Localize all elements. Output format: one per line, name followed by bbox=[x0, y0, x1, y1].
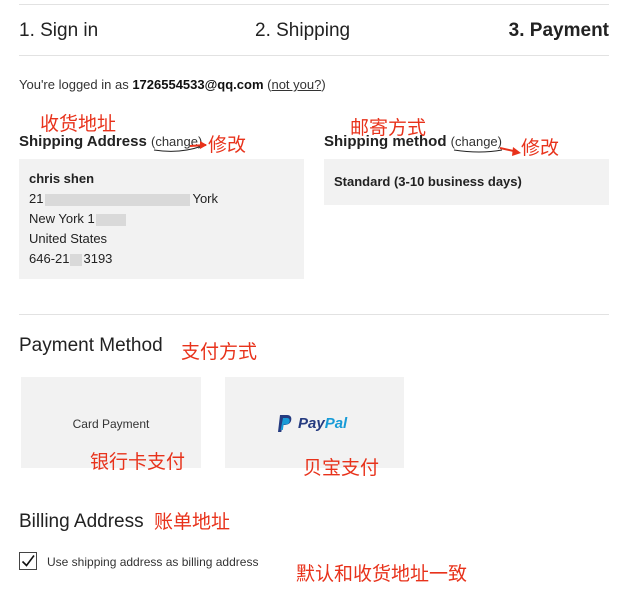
card-payment-annotation: 银行卡支付 bbox=[90, 451, 186, 473]
paypal-annotation: 贝宝支付 bbox=[303, 457, 380, 479]
billing-checkbox-label[interactable]: Use shipping address as billing address bbox=[47, 555, 258, 569]
address-line1: 21 York bbox=[29, 189, 299, 209]
address-phone: 646-21 3193 bbox=[29, 249, 112, 269]
section-divider bbox=[19, 314, 609, 315]
shipping-method-title: Shipping method bbox=[324, 133, 447, 150]
shipping-method-box: Standard (3-10 business days) bbox=[324, 159, 609, 205]
shipping-method-value: Standard (3-10 business days) bbox=[334, 174, 522, 189]
shipping-address-title: Shipping Address bbox=[19, 133, 147, 150]
logged-in-text: You're logged in as 1726554533@qq.com (n… bbox=[19, 77, 326, 92]
billing-address-heading: Billing Address bbox=[19, 511, 144, 532]
billing-checkbox-annotation: 默认和收货地址一致 bbox=[296, 563, 468, 585]
address-country: United States bbox=[29, 231, 108, 246]
top-divider bbox=[19, 4, 609, 5]
account-email: 1726554533@qq.com bbox=[132, 77, 264, 92]
payment-method-annotation: 支付方式 bbox=[181, 341, 258, 363]
redacted-block bbox=[45, 193, 191, 206]
checkmark-icon bbox=[21, 555, 35, 567]
shipping-address-box: chris shen 21 York New York 1 United Stat… bbox=[19, 159, 304, 279]
address-line2-start: New York 1 bbox=[29, 211, 95, 226]
address-phone-end: 3193 bbox=[83, 251, 113, 266]
card-payment-label: Card Payment bbox=[72, 417, 150, 431]
shipping-address-edit-annotation: 修改 bbox=[208, 134, 247, 156]
billing-same-as-shipping-checkbox[interactable] bbox=[19, 552, 37, 570]
logged-in-prefix: You're logged in as bbox=[19, 77, 133, 92]
not-you-close: ) bbox=[321, 77, 326, 92]
address-line1-start: 21 bbox=[29, 191, 44, 206]
address-name: chris shen bbox=[29, 171, 95, 186]
redacted-block bbox=[70, 253, 83, 266]
paypal-icon bbox=[278, 414, 292, 432]
step-payment: 3. Payment bbox=[508, 20, 609, 41]
not-you-link[interactable]: not you? bbox=[271, 77, 321, 92]
address-line1-end: York bbox=[192, 191, 219, 206]
payment-method-heading: Payment Method bbox=[19, 335, 163, 356]
step-sign-in[interactable]: 1. Sign in bbox=[19, 20, 98, 42]
paypal-logo: PayPal bbox=[277, 413, 347, 433]
redacted-block bbox=[95, 213, 126, 226]
billing-address-annotation: 账单地址 bbox=[154, 511, 231, 533]
steps-divider bbox=[19, 55, 609, 56]
address-phone-start: 646-21 bbox=[29, 251, 70, 266]
address-line2: New York 1 bbox=[29, 209, 126, 229]
shipping-address-change-arrow bbox=[153, 141, 207, 152]
shipping-method-change-arrow bbox=[453, 147, 521, 156]
shipping-address-annotation: 收货地址 bbox=[40, 113, 117, 135]
shipping-method-edit-annotation: 修改 bbox=[521, 137, 560, 159]
step-shipping[interactable]: 2. Shipping bbox=[255, 20, 350, 42]
paypal-wordmark: PayPal bbox=[298, 414, 348, 432]
